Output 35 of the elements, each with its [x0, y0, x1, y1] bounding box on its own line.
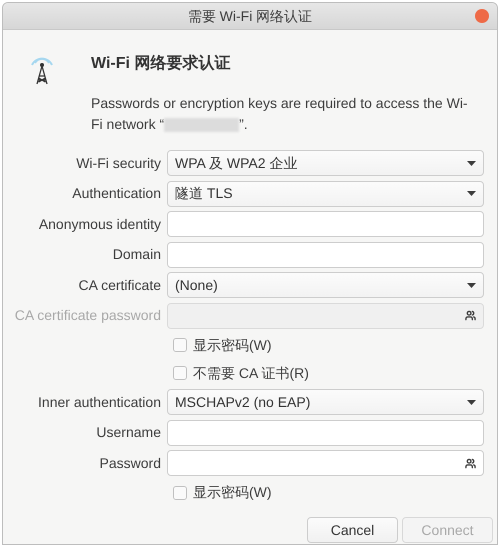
password-field[interactable]: [167, 450, 484, 476]
checkbox[interactable]: [173, 338, 187, 352]
dropdown-arrow-icon: [467, 160, 476, 166]
checkbox-label: 不需要 CA 证书(R): [193, 364, 309, 383]
dialog-button[interactable]: Cancel: [307, 517, 398, 543]
message-text: Fi network “: [91, 115, 164, 134]
field-label: Authentication: [72, 184, 161, 204]
message-text: Passwords or encryption keys are required to access the Wi-: [91, 94, 468, 113]
text-field[interactable]: [167, 242, 484, 268]
text-field[interactable]: [167, 420, 484, 446]
checkbox[interactable]: [173, 366, 187, 380]
dropdown-arrow-icon: [467, 282, 476, 288]
users-icon[interactable]: [465, 458, 476, 469]
close-button[interactable]: [475, 9, 489, 23]
dropdown-arrow-icon: [467, 191, 476, 196]
field-label: Inner authentication: [38, 392, 161, 412]
field-label: CA certificate password: [14, 306, 161, 326]
dialog-heading: Wi-Fi 网络要求认证: [91, 54, 232, 74]
dropdown[interactable]: MSCHAPv2 (no EAP): [167, 389, 484, 416]
checkbox-label: 显示密码(W): [193, 483, 272, 502]
checkbox-label: 显示密码(W): [193, 336, 272, 355]
field-label: Password: [100, 454, 161, 473]
field-label: Domain: [112, 245, 161, 264]
field-label: Wi-Fi security: [76, 154, 161, 173]
dropdown[interactable]: 隧道 TLS: [167, 180, 484, 207]
message-text: ”.: [239, 115, 248, 134]
dropdown[interactable]: (None): [167, 272, 484, 298]
window-title: 需要 Wi-Fi 网络认证: [188, 6, 312, 26]
field-label: CA certificate: [78, 276, 161, 295]
field-label: Anonymous identity: [38, 214, 161, 234]
dropdown[interactable]: WPA 及 WPA2 企业: [167, 150, 484, 176]
dropdown-arrow-icon: [467, 400, 476, 405]
checkbox[interactable]: [173, 486, 187, 500]
text-field[interactable]: [167, 211, 484, 238]
field-label: Username: [96, 423, 161, 442]
